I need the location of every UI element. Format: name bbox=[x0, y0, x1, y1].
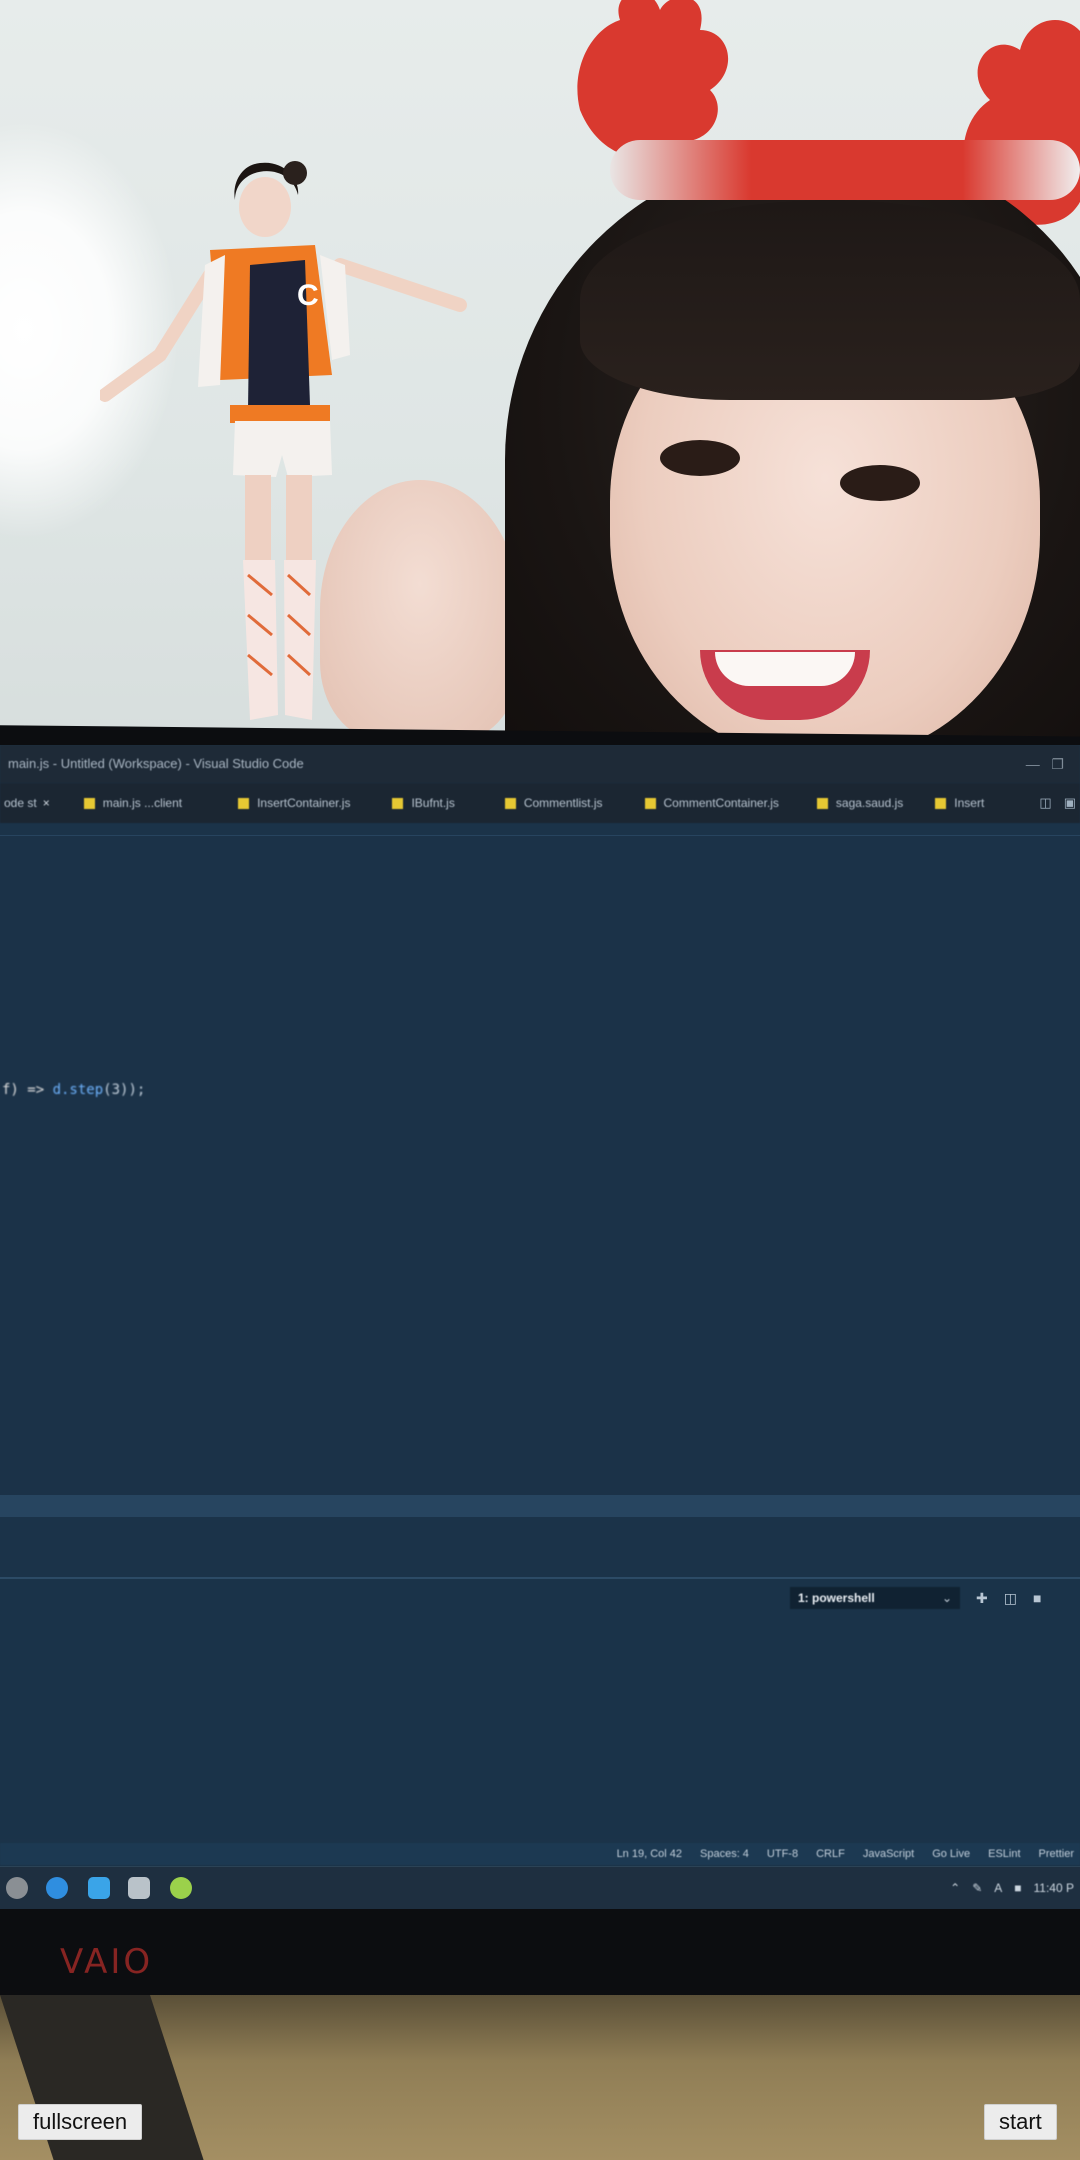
tab-6[interactable]: saga.saud.js bbox=[799, 783, 923, 823]
fullscreen-button[interactable]: fullscreen bbox=[18, 2104, 143, 2140]
close-icon[interactable]: × bbox=[43, 796, 50, 810]
js-file-icon bbox=[392, 797, 404, 809]
split-editor-icon[interactable]: ◫ bbox=[1039, 795, 1051, 811]
system-tray: ⌃ ✎ A ■ 11:40 P bbox=[950, 1867, 1074, 1909]
tab-label: IBufnt.js bbox=[411, 796, 455, 810]
horizontal-scrollbar[interactable] bbox=[0, 1495, 1080, 1517]
eye-left bbox=[660, 440, 740, 476]
store-icon[interactable] bbox=[88, 1877, 110, 1899]
edge-icon[interactable] bbox=[46, 1877, 68, 1899]
js-file-icon bbox=[238, 797, 250, 809]
start-button[interactable]: start bbox=[984, 2104, 1057, 2140]
editor-tab-bar: ode st × main.js ...client InsertContaine… bbox=[0, 783, 1080, 823]
status-spaces[interactable]: Spaces: 4 bbox=[700, 1848, 749, 1860]
status-encoding[interactable]: UTF-8 bbox=[767, 1848, 798, 1860]
eye-right bbox=[840, 465, 920, 501]
chevron-up-icon[interactable]: ⌃ bbox=[950, 1881, 960, 1895]
window-title: main.js - Untitled (Workspace) - Visual … bbox=[0, 745, 1080, 783]
status-prettier[interactable]: Prettier bbox=[1039, 1848, 1074, 1860]
background-poster: C bbox=[0, 0, 1080, 745]
code-line: f) => d.step(3)); bbox=[2, 1082, 145, 1098]
reindeer-headband bbox=[610, 140, 1080, 200]
tab-actions: ◫ ▣ bbox=[1039, 783, 1076, 823]
vscode-window: main.js - Untitled (Workspace) - Visual … bbox=[0, 745, 1080, 1880]
tab-label: Commentlist.js bbox=[523, 796, 603, 810]
code-editor[interactable]: f) => d.step(3)); bbox=[0, 835, 1080, 1496]
js-file-icon bbox=[644, 797, 656, 809]
taskbar-app-icon[interactable] bbox=[6, 1877, 28, 1899]
code-suffix: (3)); bbox=[103, 1082, 146, 1098]
teeth bbox=[715, 652, 855, 686]
code-prefix: f) => bbox=[2, 1082, 53, 1098]
more-actions-icon[interactable]: ▣ bbox=[1064, 795, 1076, 811]
tab-4[interactable]: Commentlist.js bbox=[475, 783, 623, 823]
status-eol[interactable]: CRLF bbox=[816, 1848, 845, 1860]
status-language[interactable]: JavaScript bbox=[863, 1848, 914, 1860]
split-terminal-icon[interactable]: ◫ bbox=[1004, 1587, 1017, 1609]
tab-label: main.js ...client bbox=[102, 796, 183, 810]
panel-actions: ✚ ◫ ■ bbox=[976, 1587, 1041, 1609]
status-eslint[interactable]: ESLint bbox=[988, 1848, 1020, 1860]
tab-label: ode st bbox=[4, 796, 37, 810]
status-cursor[interactable]: Ln 19, Col 42 bbox=[617, 1848, 682, 1860]
svg-text:C: C bbox=[297, 279, 319, 312]
tab-2[interactable]: InsertContainer.js bbox=[202, 783, 370, 823]
tab-1[interactable]: main.js ...client bbox=[70, 783, 202, 823]
tab-label: CommentContainer.js bbox=[663, 796, 779, 810]
monitor-brand-logo: VAIO bbox=[60, 1942, 154, 1982]
tab-5[interactable]: CommentContainer.js bbox=[623, 783, 799, 823]
add-terminal-icon[interactable]: ✚ bbox=[976, 1587, 988, 1609]
js-file-icon bbox=[83, 797, 95, 809]
trash-icon[interactable]: ■ bbox=[1033, 1587, 1041, 1609]
network-icon[interactable]: ■ bbox=[1014, 1881, 1021, 1895]
status-golive[interactable]: Go Live bbox=[932, 1848, 970, 1860]
terminal-panel: 1: powershell ⌄ ✚ ◫ ■ bbox=[0, 1577, 1080, 1839]
js-file-icon bbox=[935, 797, 947, 809]
js-file-icon bbox=[816, 797, 828, 809]
code-call: d.step bbox=[52, 1082, 104, 1098]
terminal-select[interactable]: 1: powershell ⌄ bbox=[790, 1587, 960, 1609]
chrome-icon[interactable] bbox=[170, 1877, 192, 1899]
tab-label: InsertContainer.js bbox=[257, 796, 351, 810]
chevron-down-icon: ⌄ bbox=[941, 1591, 952, 1605]
keyboard-icon[interactable]: A bbox=[994, 1881, 1002, 1895]
pen-icon[interactable]: ✎ bbox=[972, 1881, 982, 1895]
tab-label: saga.saud.js bbox=[835, 796, 904, 810]
clock[interactable]: 11:40 P bbox=[1034, 1881, 1074, 1895]
tab-3[interactable]: IBufnt.js bbox=[370, 783, 474, 823]
terminal-select-value: 1: powershell bbox=[798, 1591, 875, 1605]
hair-bangs bbox=[580, 200, 1080, 400]
folder-icon[interactable] bbox=[128, 1877, 150, 1899]
tab-label: Insert bbox=[954, 796, 985, 810]
ar-dancer-figure[interactable]: C bbox=[100, 155, 480, 745]
js-file-icon bbox=[504, 797, 516, 809]
tab-7[interactable]: Insert bbox=[923, 783, 1004, 823]
tab-0[interactable]: ode st × bbox=[0, 783, 70, 823]
window-controls[interactable]: — ❐ bbox=[1026, 745, 1064, 783]
status-bar: Ln 19, Col 42 Spaces: 4 UTF-8 CRLF JavaS… bbox=[0, 1843, 1080, 1865]
taskbar: ⌃ ✎ A ■ 11:40 P bbox=[0, 1866, 1080, 1909]
